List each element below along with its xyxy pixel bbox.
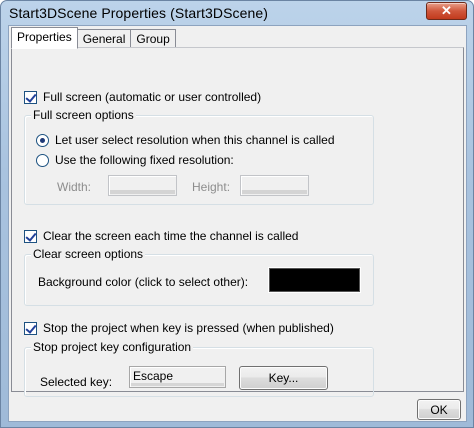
stop-key-config-title: Stop project key configuration: [31, 340, 194, 354]
radio-fixed-resolution-row[interactable]: Use the following fixed resolution:: [36, 153, 234, 167]
bg-color-label: Background color (click to select other)…: [38, 275, 249, 289]
radio-fixed-resolution-label: Use the following fixed resolution:: [55, 153, 234, 167]
bg-color-swatch[interactable]: [269, 268, 360, 292]
selected-key-display: Escape: [129, 366, 226, 388]
radio-user-select-row[interactable]: Let user select resolution when this cha…: [36, 133, 335, 147]
properties-tab-page: Full screen (automatic or user controlle…: [11, 47, 464, 397]
clear-screen-checkbox-row[interactable]: Clear the screen each time the channel i…: [24, 229, 298, 243]
radio-fixed-resolution[interactable]: [36, 153, 49, 167]
height-input[interactable]: [240, 175, 309, 196]
width-input[interactable]: [108, 175, 177, 196]
close-icon: ✕: [441, 3, 452, 18]
tab-general[interactable]: General: [76, 29, 132, 49]
clear-screen-checkbox[interactable]: [24, 229, 37, 243]
stop-key-checkbox[interactable]: [24, 321, 37, 335]
radio-user-select[interactable]: [36, 133, 49, 147]
fullscreen-checkbox-label: Full screen (automatic or user controlle…: [43, 90, 262, 104]
fullscreen-checkbox[interactable]: [24, 90, 37, 104]
clear-screen-checkbox-label: Clear the screen each time the channel i…: [43, 229, 299, 243]
fullscreen-checkbox-row[interactable]: Full screen (automatic or user controlle…: [24, 90, 261, 104]
key-button[interactable]: Key...: [239, 366, 328, 390]
clear-screen-options-title: Clear screen options: [31, 247, 146, 261]
tab-strip: Properties General Group: [11, 27, 176, 49]
dialog-client-area: Properties General Group Full screen (au…: [8, 25, 467, 422]
height-label: Height:: [192, 180, 231, 194]
stop-key-checkbox-label: Stop the project when key is pressed (wh…: [43, 321, 334, 335]
width-label: Width:: [57, 180, 92, 194]
window-title: Start3DScene Properties (Start3DScene): [9, 5, 269, 21]
ok-button[interactable]: OK: [417, 399, 461, 420]
fullscreen-options-title: Full screen options: [31, 108, 136, 122]
tab-group[interactable]: Group: [130, 29, 176, 49]
selected-key-label: Selected key:: [40, 375, 113, 389]
tab-properties[interactable]: Properties: [11, 27, 78, 49]
close-button[interactable]: ✕: [426, 2, 467, 20]
radio-user-select-label: Let user select resolution when this cha…: [55, 133, 335, 147]
stop-key-checkbox-row[interactable]: Stop the project when key is pressed (wh…: [24, 321, 334, 335]
title-bar[interactable]: Start3DScene Properties (Start3DScene) ✕: [1, 1, 473, 27]
properties-dialog: Start3DScene Properties (Start3DScene) ✕…: [0, 0, 474, 428]
